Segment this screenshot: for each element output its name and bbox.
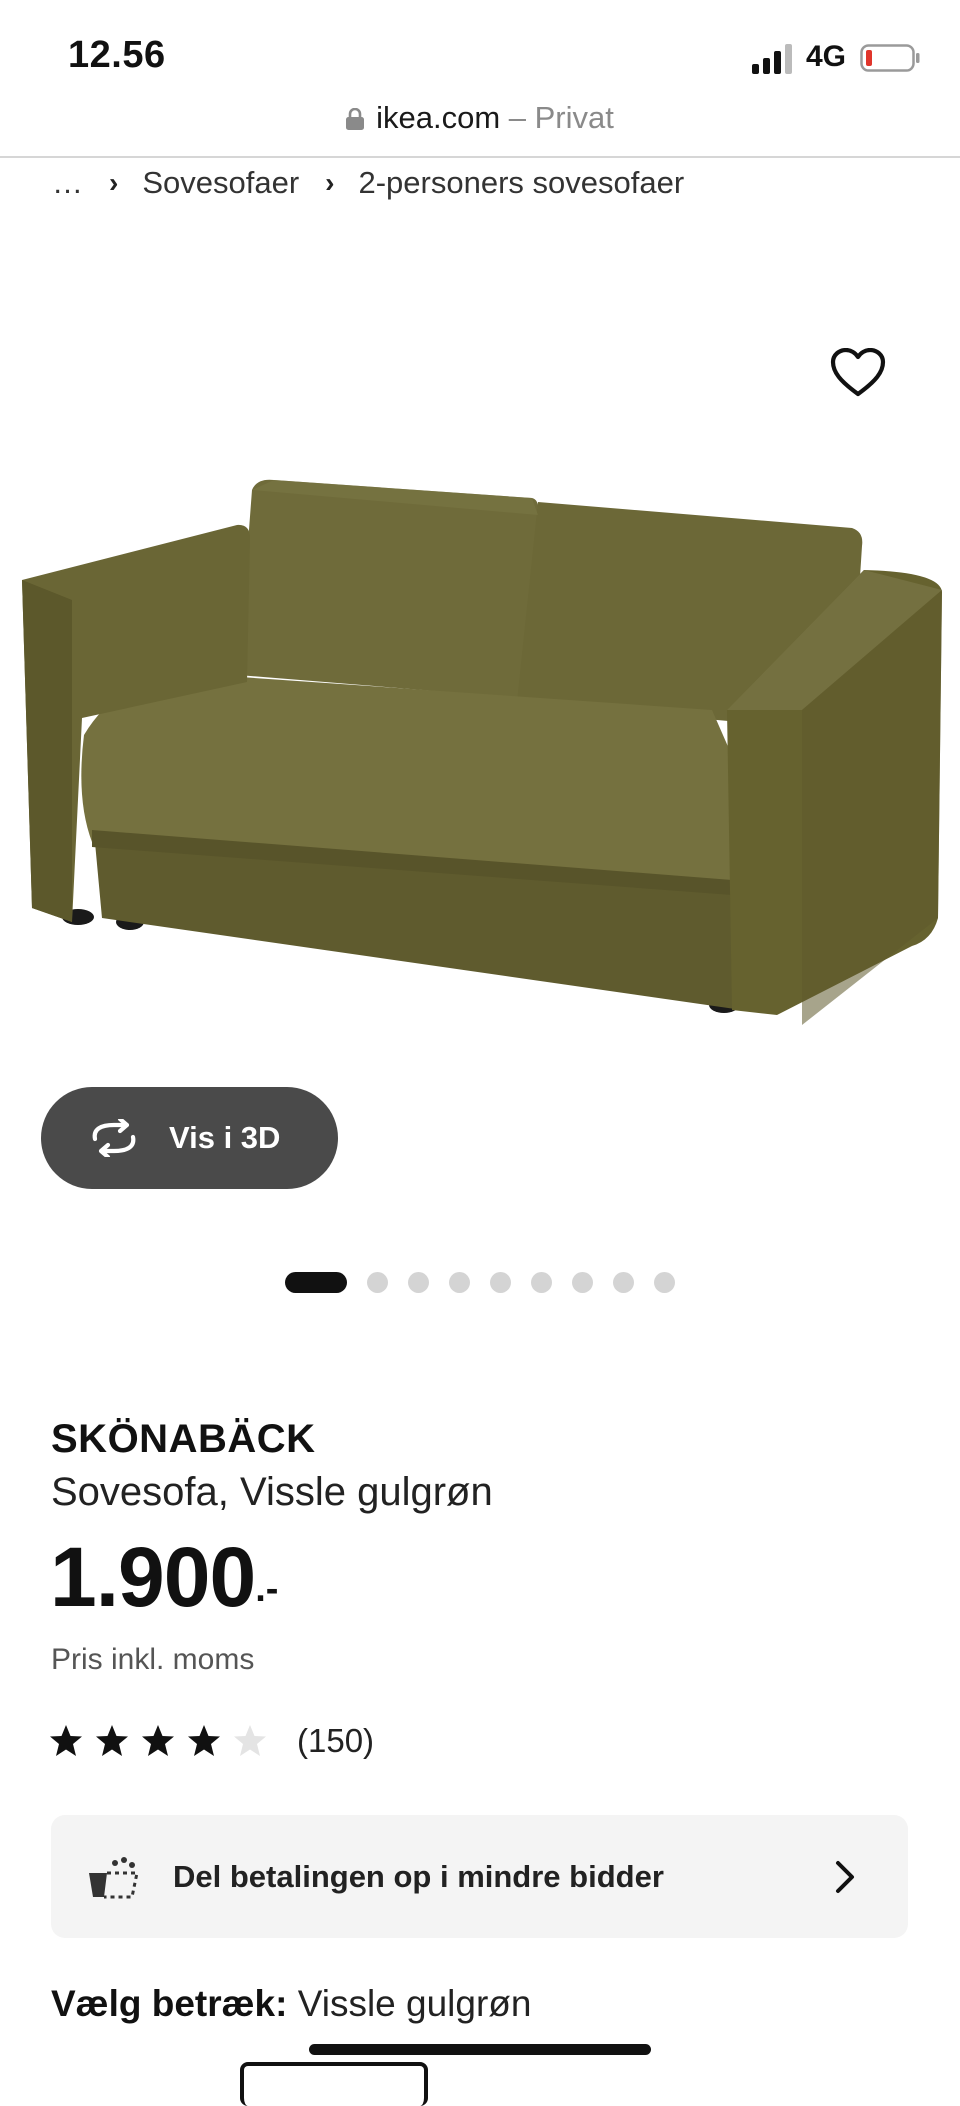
carousel-dot[interactable]	[531, 1271, 552, 1293]
home-indicator[interactable]	[309, 2044, 651, 2055]
breadcrumb: … › Sovesofaer › 2-personers sovesofaer	[52, 165, 684, 201]
chevron-right-icon: ›	[109, 167, 119, 198]
carousel-dot-active[interactable]	[285, 1271, 347, 1293]
carousel-pagination	[285, 1271, 695, 1293]
star-empty-icon	[234, 1725, 266, 1756]
star-filled-icon	[188, 1725, 220, 1756]
price-note: Pris inkl. moms	[51, 1643, 255, 1676]
installment-payment-banner[interactable]: Del betalingen op i mindre bidder	[51, 1815, 908, 1938]
product-price: 1.900 .-	[50, 1535, 278, 1619]
signal-bars-icon	[752, 44, 792, 74]
carousel-dot[interactable]	[490, 1271, 511, 1293]
breadcrumb-sovesofaer[interactable]: Sovesofaer	[142, 165, 299, 201]
rotate-3d-icon	[92, 1119, 136, 1157]
battery-low-icon	[860, 44, 920, 72]
cover-value: Vissle gulgrøn	[297, 1983, 532, 2024]
url-bar[interactable]: ikea.com – Privat	[0, 96, 960, 158]
view-3d-label: Vis i 3D	[169, 1120, 281, 1155]
heart-outline-icon[interactable]	[830, 348, 886, 398]
product-rating[interactable]: (150)	[49, 1722, 374, 1760]
payment-basket-icon	[89, 1856, 139, 1898]
carousel-dot[interactable]	[572, 1271, 593, 1293]
installment-label: Del betalingen op i mindre bidder	[173, 1858, 664, 1894]
carousel-dot[interactable]	[613, 1271, 634, 1293]
star-filled-icon	[50, 1725, 82, 1756]
price-suffix: .-	[255, 1568, 279, 1610]
star-filled-icon	[142, 1725, 174, 1756]
cover-selection: Vælg betræk: Vissle gulgrøn	[51, 1983, 531, 2025]
product-description: Sovesofa, Vissle gulgrøn	[51, 1470, 493, 1514]
carousel-dot[interactable]	[367, 1271, 388, 1293]
chevron-right-icon: ›	[325, 167, 335, 198]
cover-swatch-selected[interactable]	[240, 2062, 428, 2106]
price-amount: 1.900	[50, 1530, 256, 1624]
carousel-dot[interactable]	[408, 1271, 429, 1293]
carousel-dot[interactable]	[654, 1271, 675, 1293]
view-3d-button[interactable]: Vis i 3D	[41, 1087, 338, 1189]
carousel-dot[interactable]	[449, 1271, 470, 1293]
review-count[interactable]: (150)	[297, 1722, 374, 1760]
star-filled-icon	[96, 1725, 128, 1756]
url-domain: ikea.com	[376, 100, 501, 135]
product-name: SKÖNABÄCK	[51, 1417, 316, 1461]
lock-icon	[346, 108, 365, 130]
breadcrumb-ellipsis[interactable]: …	[52, 165, 83, 201]
private-mode-label: – Privat	[508, 100, 614, 135]
product-image-sofa	[22, 479, 942, 1025]
cover-label: Vælg betræk:	[51, 1983, 288, 2024]
chevron-right-icon	[836, 1860, 854, 1893]
breadcrumb-2-personers[interactable]: 2-personers sovesofaer	[358, 165, 684, 201]
status-time: 12.56	[68, 34, 166, 76]
network-type: 4G	[806, 40, 847, 73]
